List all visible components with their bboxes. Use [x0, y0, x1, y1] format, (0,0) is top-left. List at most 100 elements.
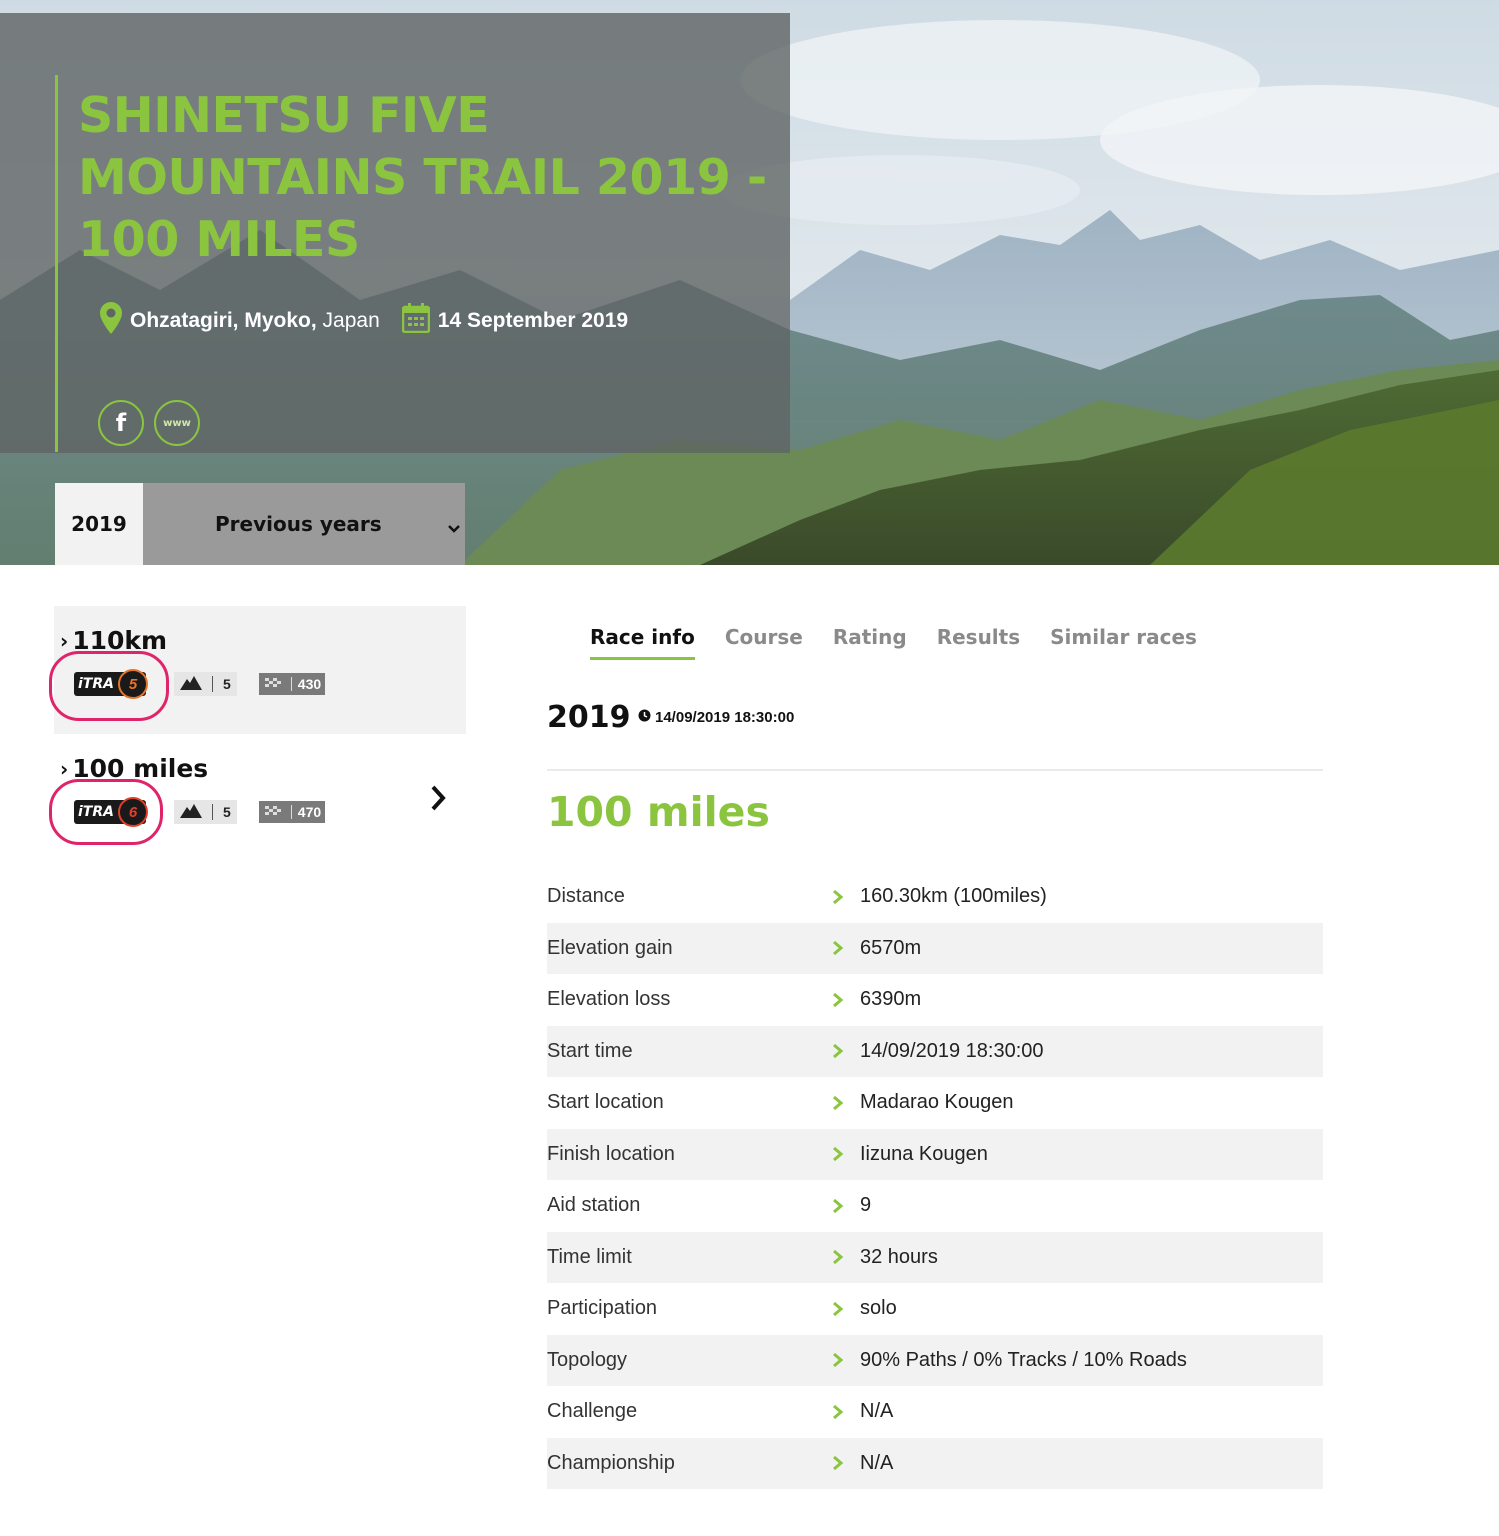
info-row-topology: Topology 90% Paths / 0% Tracks / 10% Roa… [547, 1334, 1323, 1386]
info-row-aid-station: Aid station 9 [547, 1180, 1323, 1232]
chevron-down-icon [447, 515, 461, 539]
info-row-finish-location: Finish location Iizuna Kougen [547, 1128, 1323, 1180]
info-value: N/A [860, 1451, 894, 1474]
green-chevron-icon [832, 1352, 860, 1368]
race-card-110km[interactable]: › 110km iTRA 5 5 430 [49, 606, 466, 734]
info-label: Finish location [547, 1142, 675, 1165]
mountain-level-badge: 5 [174, 672, 237, 696]
edition-year: 2019 [547, 700, 631, 735]
green-chevron-icon [832, 889, 860, 905]
race-date: 14 September 2019 [401, 303, 629, 339]
finishers-value: 430 [297, 676, 322, 692]
clock-icon [638, 709, 651, 726]
mountain-icon [180, 675, 202, 693]
facebook-icon: f [115, 409, 127, 437]
chevron-right-icon: › [60, 756, 69, 781]
info-row-challenge: Challenge N/A [547, 1386, 1323, 1438]
race-title-panel: SHINETSU FIVE MOUNTAINS TRAIL 2019 - 100… [0, 13, 790, 453]
race-title: SHINETSU FIVE MOUNTAINS TRAIL 2019 - 100… [78, 87, 767, 268]
finishers-badge: 430 [258, 673, 326, 695]
social-links: f www [98, 400, 200, 446]
info-row-start-location: Start location Madarao Kougen [547, 1077, 1323, 1129]
info-value: 90% Paths / 0% Tracks / 10% Roads [860, 1348, 1187, 1371]
date-text: 14 September 2019 [437, 309, 629, 332]
info-label: Topology [547, 1348, 628, 1371]
green-chevron-icon [832, 992, 860, 1008]
info-value: N/A [860, 1400, 894, 1423]
previous-years-label: Previous years [215, 512, 382, 536]
distance-title: 100 miles [547, 788, 770, 836]
info-label: Championship [547, 1451, 675, 1474]
info-label: Time limit [547, 1245, 632, 1268]
race-list: › 110km iTRA 5 5 430 › 100 miles iTRA 6 … [49, 606, 466, 862]
finishers-badge: 470 [258, 801, 326, 823]
info-row-distance: Distance 160.30km (100miles) [547, 871, 1323, 923]
info-label: Elevation gain [547, 936, 673, 959]
edition-datetime-text: 14/09/2019 18:30:00 [655, 709, 795, 726]
green-chevron-icon [832, 1095, 860, 1111]
chevron-right-icon: › [60, 628, 69, 653]
info-label: Distance [547, 885, 625, 908]
green-chevron-icon [832, 1043, 860, 1059]
tab-results[interactable]: Results [937, 625, 1020, 660]
info-value: 160.30km (100miles) [860, 885, 1047, 908]
tab-race-info[interactable]: Race info [590, 625, 695, 660]
mountain-icon [180, 803, 202, 821]
mountain-level-value: 5 [223, 804, 231, 820]
location-city: Ohzatagiri, Myoko, [130, 309, 317, 332]
finish-flag-icon [262, 803, 285, 821]
info-row-championship: Championship N/A [547, 1437, 1323, 1489]
info-label: Aid station [547, 1194, 641, 1217]
info-label: Participation [547, 1297, 658, 1320]
green-chevron-icon [832, 1301, 860, 1317]
chevron-right-icon[interactable] [430, 784, 446, 817]
tab-course[interactable]: Course [725, 625, 803, 660]
website-button[interactable]: www [154, 400, 200, 446]
calendar-icon [401, 303, 431, 339]
mountain-level-value: 5 [223, 676, 231, 692]
race-meta: Ohzatagiri, Myoko, Japan 14 September 20… [100, 301, 628, 341]
info-label: Start time [547, 1039, 633, 1062]
edition-datetime: 14/09/2019 18:30:00 [638, 709, 794, 726]
info-value: solo [860, 1297, 897, 1320]
year-selector: 2019 Previous years [55, 483, 465, 565]
info-label: Elevation loss [547, 988, 671, 1011]
finishers-value: 470 [297, 804, 322, 820]
race-location: Ohzatagiri, Myoko, Japan [100, 302, 380, 340]
info-value: Madarao Kougen [860, 1091, 1014, 1114]
year-tab-current[interactable]: 2019 [55, 483, 143, 565]
divider [547, 769, 1323, 771]
info-row-participation: Participation solo [547, 1283, 1323, 1335]
itra-highlight-ring [49, 779, 163, 845]
itra-highlight-ring [49, 651, 169, 721]
info-row-elevation-gain: Elevation gain 6570m [547, 922, 1323, 974]
info-value: 6390m [860, 988, 922, 1011]
info-value: Iizuna Kougen [860, 1142, 988, 1165]
info-row-start-time: Start time 14/09/2019 18:30:00 [547, 1025, 1323, 1077]
green-chevron-icon [832, 1249, 860, 1265]
finish-flag-icon [262, 675, 285, 693]
green-chevron-icon [832, 1455, 860, 1471]
info-value: 32 hours [860, 1245, 938, 1268]
race-info-table: Distance 160.30km (100miles) Elevation g… [547, 871, 1323, 1489]
green-chevron-icon [832, 940, 860, 956]
green-chevron-icon [832, 1404, 860, 1420]
previous-years-dropdown[interactable]: Previous years [143, 483, 465, 565]
info-row-elevation-loss: Elevation loss 6390m [547, 974, 1323, 1026]
race-tabs: Race info Course Rating Results Similar … [590, 625, 1197, 660]
race-card-100-miles[interactable]: › 100 miles iTRA 6 5 470 [49, 734, 466, 862]
title-accent-bar [55, 75, 58, 452]
mountain-level-badge: 5 [174, 800, 237, 824]
website-icon: www [163, 417, 191, 429]
hero-banner: SHINETSU FIVE MOUNTAINS TRAIL 2019 - 100… [0, 0, 1499, 565]
info-value: 6570m [860, 936, 922, 959]
info-label: Start location [547, 1091, 664, 1114]
facebook-button[interactable]: f [98, 400, 144, 446]
info-row-time-limit: Time limit 32 hours [547, 1231, 1323, 1283]
location-country: Japan [322, 309, 380, 332]
green-chevron-icon [832, 1198, 860, 1214]
info-value: 9 [860, 1194, 872, 1217]
location-pin-icon [100, 302, 122, 340]
tab-rating[interactable]: Rating [833, 625, 907, 660]
tab-similar-races[interactable]: Similar races [1050, 625, 1197, 660]
